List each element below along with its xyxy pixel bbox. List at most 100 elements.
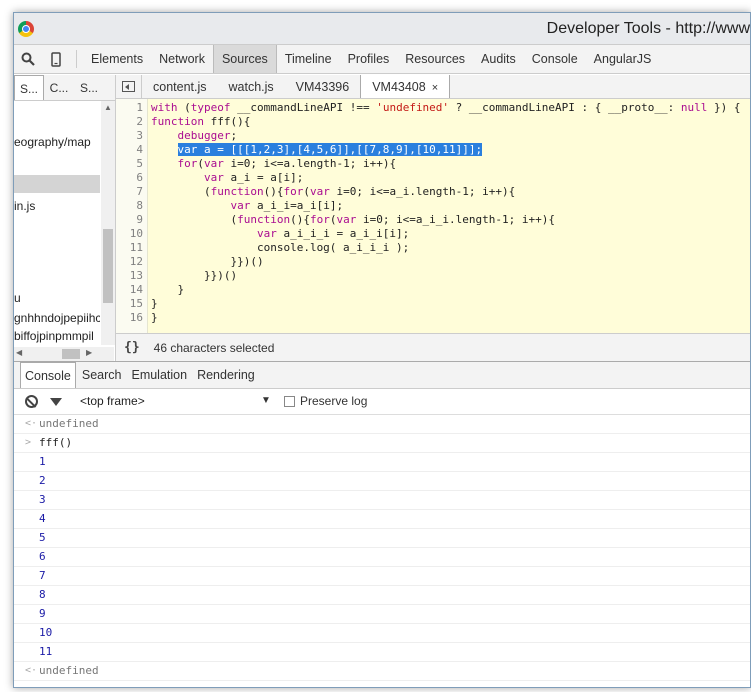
console-drawer: Console Search Emulation Rendering <top fra…: [14, 361, 750, 687]
console-message-text: undefined: [39, 664, 99, 677]
navigator-item[interactable]: eography/map: [14, 133, 100, 151]
line-number: 10: [129, 227, 143, 240]
drawer-tab-console[interactable]: Console: [20, 362, 76, 388]
drawer-tab-search[interactable]: Search: [78, 362, 126, 388]
line-number: 14: [129, 283, 143, 296]
result-arrow-icon: <·: [25, 665, 38, 676]
panel-tabs: Elements Network Sources Timeline Profiles Re…: [83, 45, 659, 73]
chrome-logo-icon: [18, 21, 34, 37]
console-row: 1: [14, 453, 750, 472]
code-line: with (typeof __commandLineAPI !== 'undef…: [151, 101, 741, 114]
filter-icon[interactable]: [50, 397, 62, 406]
line-number: 4: [136, 143, 143, 156]
scroll-thumb[interactable]: [62, 349, 80, 359]
scroll-up-arrow-icon[interactable]: ▲: [104, 103, 112, 112]
console-row: <· undefined: [14, 415, 750, 434]
sources-panel: S... C... S... eography/map in.js u gnhhndojp…: [14, 75, 750, 361]
tab-console[interactable]: Console: [524, 45, 586, 73]
navigator-tab[interactable]: S...: [74, 75, 104, 100]
navigator-tab[interactable]: S...: [14, 75, 44, 100]
tab-profiles[interactable]: Profiles: [340, 45, 398, 73]
console-row: 7: [14, 567, 750, 586]
navigator-file-list: eography/map in.js u gnhhndojpepiihc biffojp…: [14, 101, 100, 345]
navigator-item[interactable]: u: [14, 289, 100, 307]
drawer-tab-rendering[interactable]: Rendering: [193, 362, 259, 388]
code-line: var a_i_i=a_i[i];: [230, 199, 344, 212]
code-line: }})(): [151, 269, 238, 282]
tab-audits[interactable]: Audits: [473, 45, 524, 73]
scroll-right-arrow-icon[interactable]: ▶: [86, 348, 92, 357]
code-line: }: [151, 297, 158, 310]
tab-resources[interactable]: Resources: [397, 45, 473, 73]
console-message-text: fff(): [39, 436, 73, 449]
line-number-gutter: 1 2 3 4 5 6 7 8 9 10 11 12 13 14 15 16: [116, 99, 148, 333]
code-line: }: [151, 283, 185, 296]
tab-timeline[interactable]: Timeline: [277, 45, 340, 73]
tab-angularjs[interactable]: AngularJS: [586, 45, 660, 73]
code-line: (function(){for(var i=0; i<=a_i.length-1…: [151, 185, 516, 198]
tab-elements[interactable]: Elements: [83, 45, 151, 73]
drawer-tab-emulation[interactable]: Emulation: [127, 362, 191, 388]
navigator-item[interactable]: gnhhndojpepiihc: [14, 309, 100, 327]
code-line: debugger;: [177, 129, 238, 142]
frame-selector[interactable]: <top frame>: [80, 394, 145, 408]
line-number: 3: [136, 129, 143, 142]
console-row: 10: [14, 624, 750, 643]
console-message-text: 11: [39, 645, 53, 658]
console-row: 3: [14, 491, 750, 510]
scroll-thumb[interactable]: [103, 229, 113, 303]
drawer-tabs: Console Search Emulation Rendering: [14, 362, 750, 389]
toggle-navigator-button[interactable]: [116, 75, 142, 98]
file-navigator: S... C... S... eography/map in.js u gnhhndojp…: [14, 75, 116, 361]
tab-sources[interactable]: Sources: [212, 45, 277, 73]
editor-tab[interactable]: watch.js: [218, 75, 285, 98]
editor-tab-label: content.js: [153, 80, 207, 94]
device-mode-icon[interactable]: [42, 45, 70, 73]
search-icon[interactable]: [14, 45, 42, 73]
console-row: > fff(): [14, 434, 750, 453]
code-line: }: [151, 311, 158, 324]
code-line: var a = [[[1,2,3],[4,5,6]],[[7,8,9],[10,…: [151, 143, 483, 157]
editor-tab-label: VM43396: [295, 80, 350, 94]
tab-network[interactable]: Network: [151, 45, 213, 73]
navigator-tab[interactable]: C...: [44, 75, 74, 100]
console-row: 5: [14, 529, 750, 548]
chevron-down-icon[interactable]: ▼: [261, 395, 271, 406]
preserve-log-checkbox[interactable]: [284, 395, 295, 407]
line-number: 2: [136, 115, 143, 128]
navigator-item[interactable]: [14, 175, 100, 193]
console-message-text: 10: [39, 626, 53, 639]
navigator-item[interactable]: in.js: [14, 197, 100, 215]
console-message-text: undefined: [39, 417, 99, 430]
code-line: (function(){for(var i=0; i<=a_i_i.length…: [151, 213, 556, 226]
line-number: 11: [129, 241, 143, 254]
clear-console-icon[interactable]: [25, 395, 38, 408]
console-message-text: 1: [39, 455, 46, 468]
pretty-print-icon[interactable]: {}: [124, 340, 140, 355]
navigator-horizontal-scrollbar[interactable]: ◀ ▶: [14, 347, 114, 361]
line-number: 12: [129, 255, 143, 268]
editor-tab[interactable]: VM43396: [285, 75, 361, 98]
preserve-log-option[interactable]: Preserve log: [284, 394, 367, 408]
code-area[interactable]: 1 2 3 4 5 6 7 8 9 10 11 12 13 14 15 16 with (typeof __c…: [116, 99, 750, 333]
toolbar-divider: [76, 50, 77, 68]
editor-tabs: content.js watch.js VM43396 VM43408 ×: [142, 75, 451, 98]
navigator-item[interactable]: biffojpinpmmpil: [14, 327, 100, 345]
console-row: 4: [14, 510, 750, 529]
close-icon[interactable]: ×: [432, 82, 438, 94]
navigator-vertical-scrollbar[interactable]: ▲: [101, 101, 115, 345]
line-number: 8: [136, 199, 143, 212]
source-editor: content.js watch.js VM43396 VM43408 × 123456…: [116, 75, 750, 361]
editor-tab[interactable]: content.js: [142, 75, 218, 98]
line-number: 1: [136, 101, 143, 114]
console-row: 11: [14, 643, 750, 662]
line-number: 16: [129, 311, 143, 324]
sidebar-toggle-icon: [122, 81, 135, 92]
code-line: function fff(){: [151, 115, 251, 128]
code-line: }})(): [151, 255, 264, 268]
scroll-left-arrow-icon[interactable]: ◀: [16, 348, 22, 357]
console-row: 6: [14, 548, 750, 567]
editor-tab[interactable]: VM43408 ×: [360, 75, 451, 98]
line-number: 9: [136, 213, 143, 226]
selection-status: 46 characters selected: [153, 340, 275, 355]
